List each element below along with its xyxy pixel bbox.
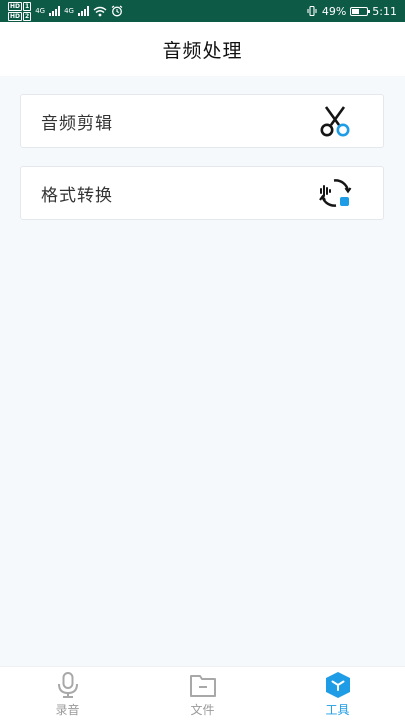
page-header: 音频处理	[0, 22, 405, 76]
tool-format-convert-label: 格式转换	[41, 185, 113, 206]
wifi-icon	[93, 6, 107, 16]
status-bar: HD 1 HD 2 4G 4G 49% 5:11	[0, 0, 405, 22]
sim1-number-tag: 1	[23, 1, 32, 11]
sim1-hd-tag: HD	[8, 1, 23, 11]
tool-format-convert[interactable]: 格式转换	[20, 166, 384, 220]
status-left: HD 1 HD 2 4G 4G	[8, 1, 123, 21]
sim2-hd-tag: HD	[8, 11, 23, 21]
alarm-icon	[111, 5, 123, 17]
nav-record[interactable]: 录音	[0, 667, 135, 721]
folder-icon	[189, 674, 216, 697]
signal-2-icon	[77, 6, 89, 16]
nav-files-label: 文件	[190, 702, 215, 717]
microphone-icon	[57, 671, 78, 698]
sim-indicators: HD 1 HD 2	[8, 1, 32, 21]
battery-icon	[350, 6, 371, 16]
toolbox-icon	[325, 671, 350, 698]
status-right: 49% 5:11	[306, 5, 397, 18]
vibrate-icon	[307, 5, 317, 17]
battery-percent: 49%	[321, 4, 347, 18]
nav-tools[interactable]: 工具	[270, 667, 405, 721]
nav-tools-label: 工具	[325, 702, 350, 717]
bottom-nav: 录音 文件 工具	[0, 666, 405, 721]
scissors-icon	[320, 106, 350, 137]
network-type-1: 4G	[35, 7, 46, 15]
tool-audio-cut-label: 音频剪辑	[41, 113, 113, 134]
network-type-2: 4G	[64, 7, 74, 15]
nav-record-label: 录音	[55, 702, 80, 717]
format-convert-icon	[319, 179, 352, 207]
page-title: 音频处理	[162, 39, 243, 62]
nav-files[interactable]: 文件	[135, 667, 270, 721]
sim2-number-tag: 2	[23, 11, 32, 21]
tool-audio-cut[interactable]: 音频剪辑	[20, 94, 384, 148]
status-time: 5:11	[372, 4, 397, 18]
signal-1-icon	[49, 6, 61, 16]
battery-level	[352, 8, 360, 14]
